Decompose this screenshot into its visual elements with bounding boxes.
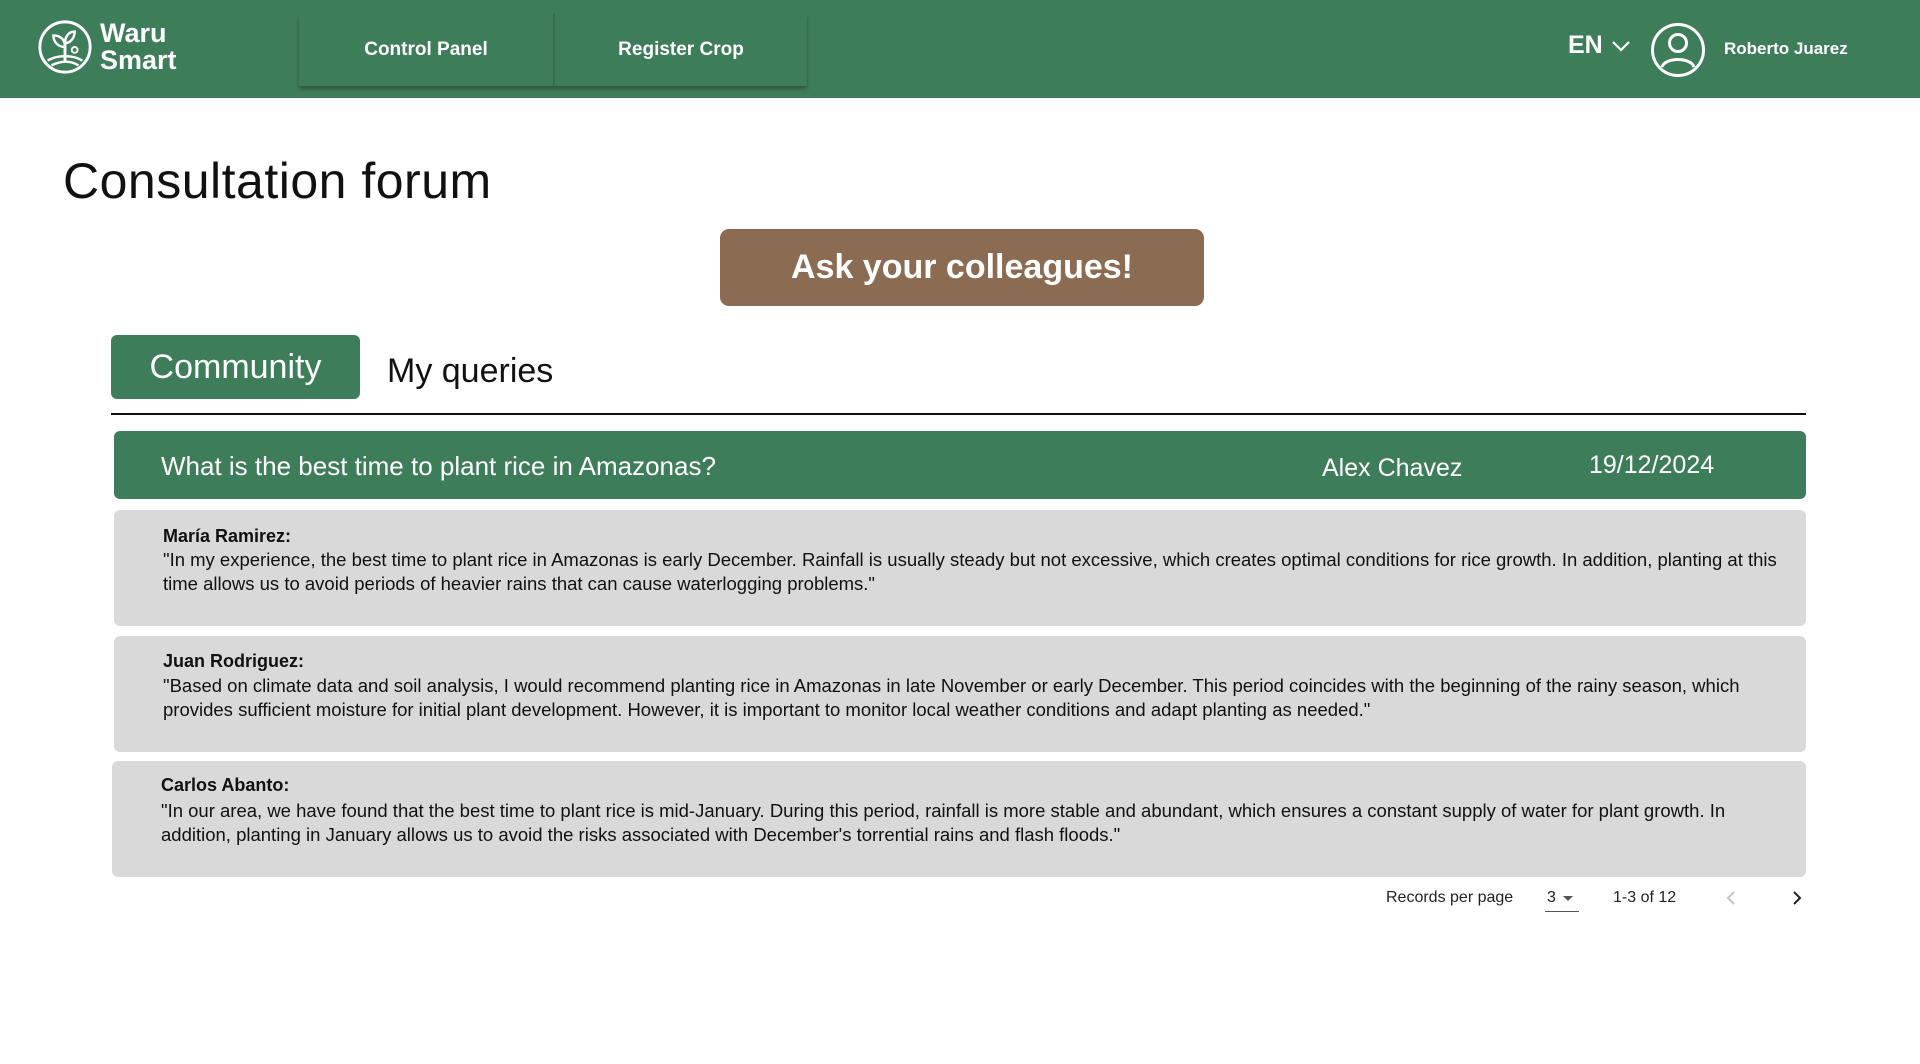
question-date: 19/12/2024 (1589, 451, 1715, 479)
logo-line-1: Waru (100, 18, 167, 48)
app-logo[interactable]: Waru Smart (36, 17, 177, 77)
language-code: EN (1568, 31, 1603, 59)
waru-smart-logo-icon (38, 20, 92, 74)
pagination-range: 1-3 of 12 (1613, 889, 1677, 906)
logo-wordmark: Waru Smart (100, 20, 177, 74)
records-per-page-value: 3 (1547, 889, 1556, 906)
chevron-left-icon[interactable] (1720, 886, 1742, 910)
answer-card: Juan Rodriguez: "Based on climate data a… (114, 636, 1806, 752)
records-per-page-label: Records per page (1386, 889, 1514, 906)
main-nav: Control Panel Register Crop (299, 14, 807, 86)
chevron-down-icon (1611, 40, 1630, 52)
tab-my-queries[interactable]: My queries (387, 352, 553, 391)
user-avatar-icon[interactable] (1650, 22, 1706, 78)
answer-text: "In our area, we have found that the bes… (161, 800, 1726, 845)
username-label[interactable]: Roberto Juarez (1724, 39, 1848, 59)
page-title: Consultation forum (63, 153, 492, 209)
answer-text: "Based on climate data and soil analysis… (163, 675, 1740, 720)
language-selector[interactable]: EN (1568, 31, 1631, 60)
logo-line-2: Smart (100, 45, 177, 75)
answer-author: María Ramirez: (163, 526, 292, 546)
answer-author: Carlos Abanto: (161, 775, 290, 795)
answer-author: Juan Rodriguez: (163, 651, 305, 671)
answer-card: Carlos Abanto: "In our area, we have fou… (112, 761, 1806, 877)
nav-control-panel[interactable]: Control Panel (299, 14, 553, 86)
question-row[interactable]: What is the best time to plant rice in A… (114, 431, 1806, 499)
answer-card: María Ramirez: "In my experience, the be… (114, 510, 1806, 626)
top-navigation-bar: Waru Smart Control Panel Register Crop E… (0, 0, 1920, 98)
question-text: What is the best time to plant rice in A… (161, 451, 716, 481)
answer-text: "In my experience, the best time to plan… (163, 549, 1777, 594)
tab-community[interactable]: Community (111, 335, 360, 399)
ask-colleagues-button[interactable]: Ask your colleagues! (720, 229, 1204, 306)
dropdown-caret-icon (1563, 896, 1573, 901)
chevron-right-icon[interactable] (1786, 886, 1808, 910)
records-per-page-select[interactable]: 3 (1545, 886, 1579, 912)
nav-register-crop[interactable]: Register Crop (553, 14, 807, 86)
tabs-divider (111, 413, 1806, 415)
question-author: Alex Chavez (1322, 454, 1463, 482)
